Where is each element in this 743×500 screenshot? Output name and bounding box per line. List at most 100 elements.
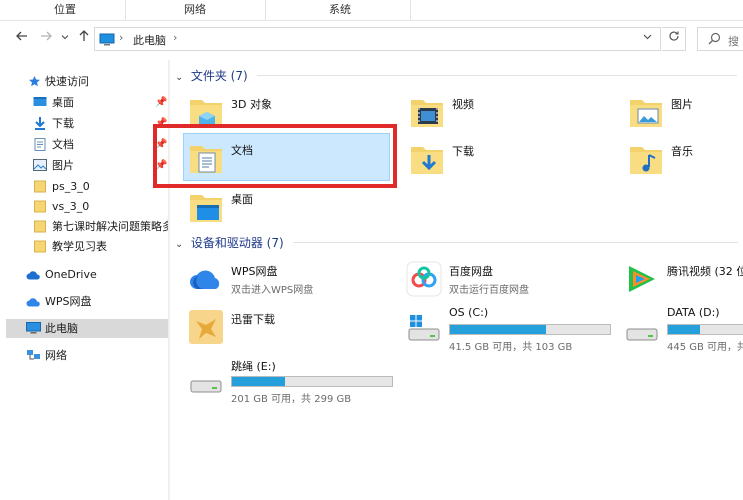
sidebar-item-this-pc[interactable]: 此电脑	[6, 319, 168, 338]
up-button[interactable]	[74, 29, 94, 49]
sidebar-item-label: 第七课时解决问题策略多样	[52, 220, 168, 233]
device-baidu-netdisk[interactable]: 百度网盘 双击运行百度网盘	[402, 255, 612, 303]
forward-button[interactable]	[36, 29, 56, 49]
sidebar-item-label: 文档	[52, 138, 74, 151]
pin-icon[interactable]: 📌	[155, 135, 167, 154]
group-divider	[293, 242, 738, 243]
picture-icon	[33, 159, 47, 171]
download-icon	[35, 117, 45, 130]
folder-3d-objects[interactable]: 3D 对象	[184, 88, 384, 136]
drive-icon	[626, 328, 658, 341]
folder-music-icon	[630, 147, 662, 174]
sidebar-item-label: 网络	[45, 349, 67, 362]
search-box[interactable]: 搜	[697, 27, 743, 51]
cloud-icon	[26, 271, 40, 280]
refresh-button[interactable]	[662, 27, 686, 51]
device-name: 迅雷下载	[231, 313, 275, 326]
pin-icon[interactable]: 📌	[155, 156, 167, 175]
folder-name: 图片	[671, 98, 693, 111]
ribbon-separator	[265, 0, 266, 20]
folder-icon	[34, 220, 46, 233]
star-icon	[29, 76, 40, 87]
sidebar-item-label: 快速访问	[45, 75, 89, 88]
computer-icon	[26, 322, 41, 334]
arrow-left-icon	[16, 31, 27, 41]
sidebar-item-label: ps_3_0	[52, 180, 90, 193]
group-header-devices[interactable]: ⌄ 设备和驱动器 (7)	[175, 234, 740, 251]
ribbon-group-location[interactable]: 位置	[35, 0, 95, 20]
computer-icon	[99, 33, 115, 46]
refresh-icon	[668, 31, 679, 41]
chevron-down-icon	[61, 35, 69, 40]
sidebar-item-documents[interactable]: 文档 📌	[0, 135, 168, 154]
sidebar-item-label: vs_3_0	[52, 200, 90, 213]
pin-icon[interactable]: 📌	[155, 114, 167, 133]
sidebar-item-downloads[interactable]: 下载 📌	[0, 114, 168, 133]
desktop-icon	[33, 97, 47, 106]
device-name: OS (C:)	[449, 306, 489, 319]
group-title: 文件夹 (7)	[190, 69, 248, 83]
sidebar-item-label: 桌面	[52, 96, 74, 109]
sidebar-item-label: 此电脑	[45, 322, 78, 335]
folder-documents-icon	[190, 146, 222, 173]
drive-usage-bar	[667, 324, 743, 335]
recent-locations-button[interactable]	[58, 29, 72, 49]
drive-usage-fill	[450, 325, 546, 334]
device-name: 跳绳 (E:)	[231, 360, 276, 373]
ribbon-group-network[interactable]: 网络	[165, 0, 225, 20]
sidebar-item-folder-ps[interactable]: ps_3_0	[0, 177, 168, 196]
sidebar-item-wps-cloud[interactable]: WPS网盘	[0, 292, 168, 311]
sidebar-item-folder-vs[interactable]: vs_3_0	[0, 197, 168, 216]
drive-usage-fill	[668, 325, 700, 334]
group-header-folders[interactable]: ⌄ 文件夹 (7)	[175, 67, 740, 84]
address-dropdown-button[interactable]	[643, 31, 652, 44]
folder-desktop[interactable]: 桌面	[184, 183, 384, 231]
breadcrumb-separator-icon[interactable]: ›	[119, 31, 123, 44]
folder-name: 3D 对象	[231, 98, 272, 111]
folder-3d-objects-icon	[190, 100, 222, 128]
breadcrumb-this-pc[interactable]: 此电脑	[133, 32, 166, 48]
folder-music[interactable]: 音乐	[624, 135, 743, 183]
sidebar-item-folder-teaching[interactable]: 教学见习表	[0, 237, 168, 256]
ribbon-group-system[interactable]: 系统	[310, 0, 370, 20]
pin-icon[interactable]: 📌	[155, 93, 167, 112]
group-title: 设备和驱动器 (7)	[190, 236, 284, 250]
wps-cloud-icon	[190, 270, 220, 289]
sidebar-item-folder-lesson[interactable]: 第七课时解决问题策略多样	[0, 217, 168, 236]
folder-name: 文档	[231, 144, 253, 157]
ribbon-separator	[410, 0, 411, 20]
folder-videos[interactable]: 视频	[405, 88, 605, 136]
sidebar-item-label: 下载	[52, 117, 74, 130]
device-tencent-video[interactable]: 腾讯视频 (32 位	[620, 255, 743, 303]
breadcrumb-separator-icon[interactable]: ›	[173, 31, 177, 44]
drive-e[interactable]: 跳绳 (E:) 201 GB 可用，共 299 GB	[184, 355, 399, 405]
sidebar-item-desktop[interactable]: 桌面 📌	[0, 93, 168, 112]
back-button[interactable]	[12, 29, 32, 49]
device-wps-cloud[interactable]: WPS网盘 双击进入WPS网盘	[184, 255, 394, 303]
navigation-bar: › 此电脑 › 搜	[0, 21, 743, 59]
navigation-pane: 快速访问 桌面 📌 下载 📌 文档 📌 图片 📌 ps_3_0 vs_3_0 第…	[0, 60, 170, 500]
drive-free-space: 445 GB 可用，共	[667, 342, 743, 351]
device-description: 双击运行百度网盘	[449, 285, 529, 296]
drive-c[interactable]: OS (C:) 41.5 GB 可用，共 103 GB	[402, 303, 617, 353]
sidebar-item-label: WPS网盘	[45, 295, 92, 308]
chevron-down-icon: ⌄	[175, 239, 184, 250]
folder-videos-icon	[411, 100, 443, 127]
device-xunlei-download[interactable]: 迅雷下载	[184, 303, 394, 351]
sidebar-item-quick-access[interactable]: 快速访问	[0, 72, 168, 91]
sidebar-item-onedrive[interactable]: OneDrive	[0, 265, 168, 284]
arrow-right-icon	[41, 31, 52, 41]
drive-d[interactable]: DATA (D:) 445 GB 可用，共	[620, 303, 743, 351]
folder-downloads[interactable]: 下载	[405, 135, 605, 183]
baidu-netdisk-icon	[406, 261, 442, 297]
sidebar-item-label: 教学见习表	[52, 240, 107, 253]
folder-documents[interactable]: 文档	[183, 133, 390, 181]
address-bar[interactable]: › 此电脑 ›	[94, 27, 661, 51]
sidebar-item-pictures[interactable]: 图片 📌	[0, 156, 168, 175]
document-icon	[34, 138, 46, 151]
device-description: 双击进入WPS网盘	[231, 285, 314, 296]
ribbon-separator	[125, 0, 126, 20]
folder-pictures[interactable]: 图片	[624, 88, 743, 136]
sidebar-item-network[interactable]: 网络	[0, 346, 168, 365]
folder-pictures-icon	[630, 100, 662, 127]
